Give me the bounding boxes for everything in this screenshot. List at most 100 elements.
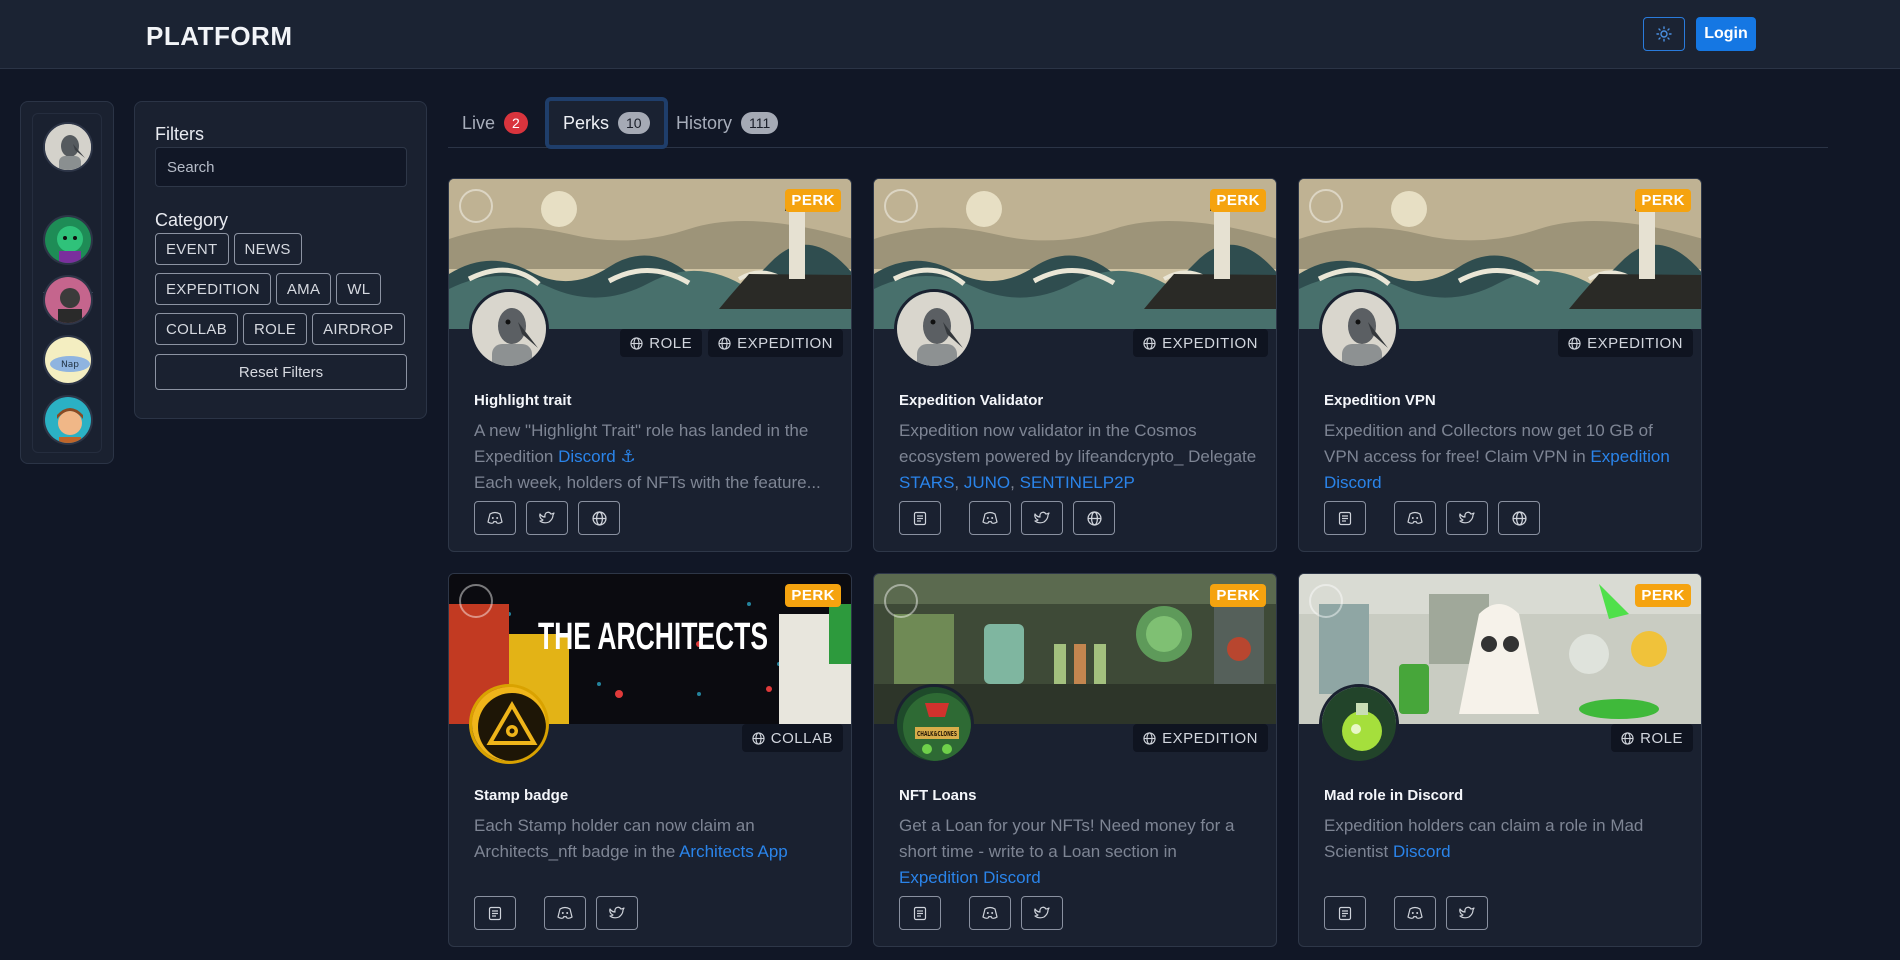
social-links [1324, 896, 1488, 930]
reset-filters-button[interactable]: Reset Filters [155, 354, 407, 390]
perk-card[interactable]: THE ARCHITECTS PERK COLLAB Stamp badge E… [448, 573, 852, 947]
tab-perks[interactable]: Perks 10 [545, 97, 668, 149]
document-icon [1338, 906, 1352, 920]
twitter-icon [1459, 511, 1475, 524]
chip-airdrop[interactable]: AIRDROP [312, 313, 405, 345]
tag-label: EXPEDITION [1162, 729, 1258, 747]
twitter-icon [1034, 906, 1050, 919]
twitter-icon [1034, 511, 1050, 524]
count-badge: 10 [618, 112, 650, 134]
project-avatar [469, 684, 549, 764]
details-button[interactable] [1324, 896, 1366, 930]
count-badge: 2 [504, 112, 528, 134]
select-ring-icon[interactable] [459, 584, 493, 618]
select-ring-icon[interactable] [884, 584, 918, 618]
twitter-button[interactable] [1446, 501, 1488, 535]
brand-logo[interactable]: PLATFORM [146, 21, 293, 52]
twitter-button[interactable] [596, 896, 638, 930]
tab-history[interactable]: History 111 [676, 98, 779, 148]
website-button[interactable] [578, 501, 620, 535]
category-chips: EVENT NEWS EXPEDITION AMA WL COLLAB ROLE… [155, 233, 415, 345]
discord-link[interactable]: Discord [1393, 842, 1451, 861]
globe-icon [1621, 731, 1634, 745]
category-tag: ROLE [1611, 724, 1693, 752]
tag-row: COLLAB [741, 724, 843, 752]
discord-button[interactable] [544, 896, 586, 930]
perk-card[interactable]: PERK EXPEDITION Expedition VPN Expeditio… [1298, 178, 1702, 552]
details-button[interactable] [1324, 501, 1366, 535]
tab-label: History [676, 112, 733, 133]
category-tag: ROLE [620, 329, 703, 357]
globe-icon [630, 336, 643, 350]
count-badge: 111 [741, 112, 779, 134]
discord-link[interactable]: Discord ⚓ [558, 447, 636, 466]
chip-event[interactable]: EVENT [155, 233, 229, 265]
boy-avatar[interactable] [43, 395, 93, 445]
twitter-button[interactable] [1021, 896, 1063, 930]
project-avatar [469, 289, 549, 369]
architects-app-link[interactable]: Architects App [679, 842, 788, 861]
theme-toggle-button[interactable] [1643, 17, 1685, 51]
select-ring-icon[interactable] [884, 189, 918, 223]
details-button[interactable] [474, 896, 516, 930]
nap-time-avatar[interactable]: Nap [43, 335, 93, 385]
discord-button[interactable] [1394, 501, 1436, 535]
svg-text:Nap: Nap [61, 360, 79, 370]
alien-avatar[interactable] [43, 215, 93, 265]
bird-avatar[interactable] [43, 122, 93, 172]
twitter-button[interactable] [526, 501, 568, 535]
twitter-button[interactable] [1021, 501, 1063, 535]
card-description: Expedition now validator in the Cosmos e… [899, 421, 1257, 492]
card-title: Highlight trait [474, 392, 572, 409]
character-avatar[interactable] [43, 275, 93, 325]
tag-label: ROLE [1640, 729, 1683, 747]
project-avatar [894, 289, 974, 369]
details-button[interactable] [899, 501, 941, 535]
perk-card[interactable]: PERK ROLE EXPEDITION Highlight trait A n… [448, 178, 852, 552]
social-links [474, 501, 620, 535]
discord-button[interactable] [969, 896, 1011, 930]
sentinel-link[interactable]: SENTINELP2P [1020, 473, 1135, 492]
globe-icon [718, 336, 731, 350]
juno-link[interactable]: JUNO [964, 473, 1010, 492]
globe-icon [1568, 336, 1581, 350]
tag-row: EXPEDITION [1133, 724, 1268, 752]
twitter-icon [1459, 906, 1475, 919]
social-links [474, 896, 638, 930]
select-ring-icon[interactable] [459, 189, 493, 223]
login-button[interactable]: Login [1696, 17, 1756, 51]
perk-card[interactable]: PERK ROLE Mad role in Discord Expedition… [1298, 573, 1702, 947]
perk-card[interactable]: PERK CHALK&CLONES EXPEDITION NFT Loans G… [873, 573, 1277, 947]
tab-label: Live [462, 112, 496, 133]
globe-icon [1086, 510, 1102, 526]
discord-button[interactable] [474, 501, 516, 535]
chip-news[interactable]: NEWS [233, 233, 302, 265]
tag-row: ROLE [1611, 724, 1693, 752]
category-tag: COLLAB [741, 724, 843, 752]
chip-role[interactable]: ROLE [243, 313, 308, 345]
document-icon [488, 906, 502, 920]
details-button[interactable] [899, 896, 941, 930]
chip-wl[interactable]: WL [336, 273, 382, 305]
discord-button[interactable] [1394, 896, 1436, 930]
website-button[interactable] [1498, 501, 1540, 535]
twitter-button[interactable] [1446, 896, 1488, 930]
card-description: Expedition holders can claim a role in M… [1324, 816, 1644, 861]
website-button[interactable] [1073, 501, 1115, 535]
expedition-discord-link[interactable]: Expedition Discord [899, 868, 1041, 887]
chip-ama[interactable]: AMA [275, 273, 332, 305]
search-input[interactable] [155, 147, 407, 187]
perk-card[interactable]: PERK EXPEDITION Expedition Validator Exp… [873, 178, 1277, 552]
category-tag: EXPEDITION [708, 329, 843, 357]
globe-icon [1143, 336, 1156, 350]
stars-link[interactable]: STARS [899, 473, 954, 492]
discord-icon [982, 906, 998, 919]
chip-collab[interactable]: COLLAB [155, 313, 238, 345]
select-ring-icon[interactable] [1309, 584, 1343, 618]
tab-live[interactable]: Live 2 [462, 98, 528, 148]
chip-expedition[interactable]: EXPEDITION [155, 273, 271, 305]
card-title: Stamp badge [474, 787, 569, 804]
avatar-label: CHALK&CLONES [917, 730, 957, 738]
select-ring-icon[interactable] [1309, 189, 1343, 223]
discord-button[interactable] [969, 501, 1011, 535]
